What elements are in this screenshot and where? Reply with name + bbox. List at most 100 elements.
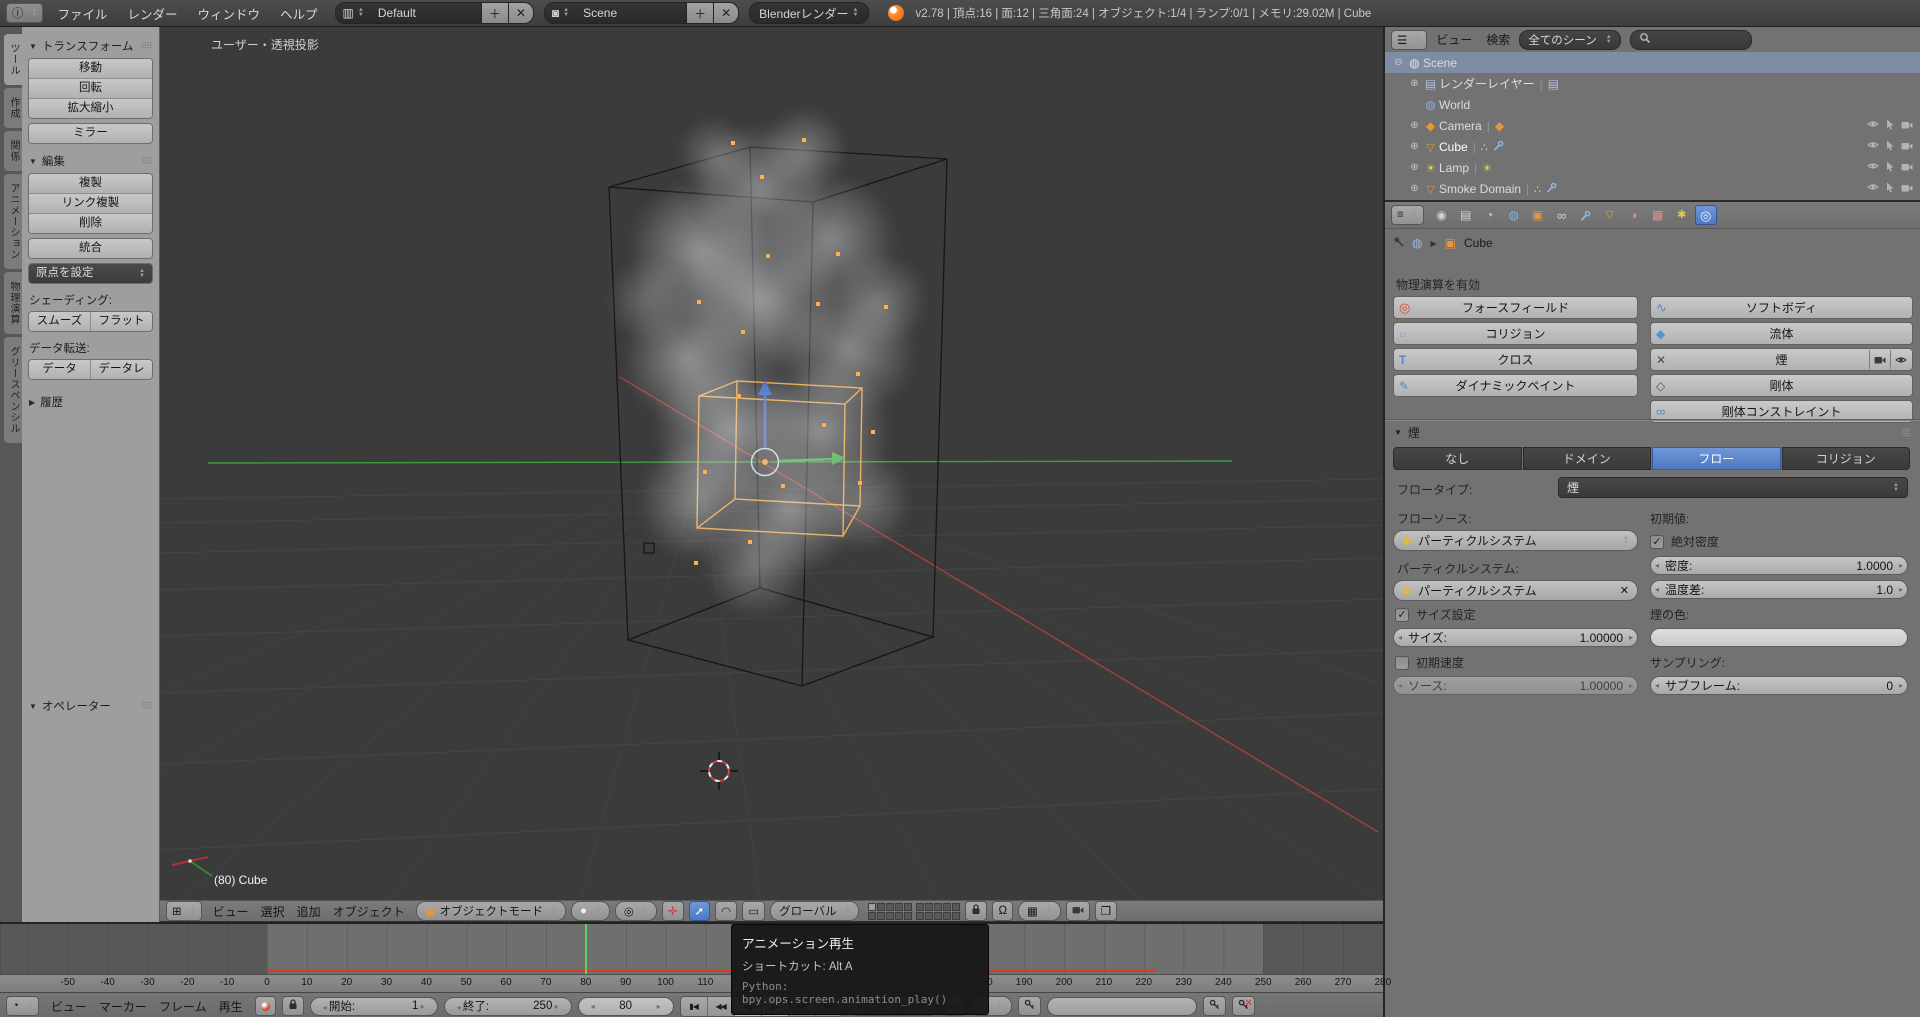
shelf-tab-5[interactable]: グリースペンシル: [4, 337, 23, 443]
particle-system-field[interactable]: ✱ パーティクルシステム ✕: [1393, 580, 1638, 601]
lock-camera-button[interactable]: [965, 901, 987, 921]
delete-scene-button[interactable]: ✕: [713, 3, 738, 23]
current-frame-field[interactable]: ◂ 80 ▸: [578, 997, 674, 1016]
eye-toggle-icon[interactable]: [1890, 350, 1911, 369]
expand-icon[interactable]: ⊕: [1407, 162, 1422, 173]
scale-manipulator-button[interactable]: ▭: [742, 901, 765, 921]
expand-icon[interactable]: ⊖: [1391, 57, 1406, 68]
pivot-point-select[interactable]: ◎▲▼: [615, 901, 657, 921]
properties-tab-world[interactable]: ◍: [1503, 205, 1525, 225]
eye-icon[interactable]: [1867, 139, 1879, 154]
eye-icon[interactable]: [1867, 181, 1879, 196]
topbar-menu-2[interactable]: ウィンドウ: [187, 4, 270, 23]
keying-set-field[interactable]: [1047, 997, 1197, 1016]
properties-tab-modifiers[interactable]: [1575, 205, 1597, 225]
temperature-diff-slider[interactable]: ◂温度差: 1.0▸: [1650, 580, 1908, 599]
pointer-icon[interactable]: [1885, 161, 1895, 175]
timeline-ruler[interactable]: -50-40-30-20-100102030405060708090100110…: [0, 974, 1383, 992]
properties-tab-object[interactable]: ▣: [1527, 205, 1549, 225]
auto-keyframe-button[interactable]: [255, 996, 276, 1016]
transform-button-2[interactable]: 拡大縮小: [29, 99, 152, 118]
clear-icon[interactable]: ✕: [1620, 584, 1629, 597]
properties-tab-texture[interactable]: ▦: [1647, 205, 1669, 225]
editor-type-properties-button[interactable]: ≡▲▼: [1391, 205, 1424, 225]
layer-cell[interactable]: [904, 903, 912, 911]
physics-button-cloth[interactable]: Tクロス: [1393, 348, 1638, 371]
pointer-icon[interactable]: [1885, 182, 1895, 196]
properties-tab-render[interactable]: ◉: [1431, 205, 1453, 225]
properties-tab-constraints[interactable]: ∞: [1551, 205, 1573, 225]
properties-tab-physics[interactable]: ◎: [1695, 205, 1717, 225]
add-layout-button[interactable]: ＋: [481, 3, 508, 23]
outliner-row-レンダーレイヤー[interactable]: ⊕▤レンダーレイヤー|▤: [1385, 73, 1920, 94]
properties-tab-scene[interactable]: ◔: [1479, 205, 1501, 225]
jump-to-start-button[interactable]: ▮◀: [681, 997, 708, 1016]
editor-type-3dview-button[interactable]: ⊞▲▼: [166, 901, 202, 921]
layer-cell[interactable]: [943, 912, 951, 920]
outliner-row-smoke-domain[interactable]: ⊕▽Smoke Domain|∴: [1385, 178, 1920, 199]
editor-type-outliner-button[interactable]: ☰▲▼: [1391, 30, 1427, 50]
layer-cell[interactable]: [916, 903, 924, 911]
expand-icon[interactable]: ⊕: [1407, 183, 1422, 194]
frame-start-field[interactable]: ◂ 開始: 1 ▸: [310, 997, 438, 1016]
physics-button-fluid[interactable]: ◆流体: [1650, 322, 1913, 345]
layer-cell[interactable]: [886, 903, 894, 911]
outliner-row-camera[interactable]: ⊕◆Camera|◆: [1385, 115, 1920, 136]
edit-button-2[interactable]: 削除: [29, 214, 152, 233]
outliner-menu-1[interactable]: 検索: [1486, 31, 1510, 48]
outliner-row-cube[interactable]: ⊕▽Cube|∴: [1385, 136, 1920, 157]
keyingset-lock-button[interactable]: [282, 996, 304, 1016]
join-button-0[interactable]: 統合: [29, 239, 152, 258]
mode-select[interactable]: ▣ オブジェクトモード▲▼: [416, 901, 566, 921]
transform-orientation-select[interactable]: グローバル▲▼: [770, 901, 859, 921]
layer-cell[interactable]: [895, 903, 903, 911]
outliner-row-lamp[interactable]: ⊕☀Lamp|☀: [1385, 157, 1920, 178]
layer-cell[interactable]: [925, 903, 933, 911]
panel-header-edit[interactable]: ▼ 編集 ⠿⠿: [29, 153, 152, 169]
outliner-search-input[interactable]: [1630, 30, 1752, 50]
layer-cell[interactable]: [952, 912, 960, 920]
initial-velocity-checkbox[interactable]: 初期速度: [1395, 654, 1464, 671]
screen-layout-select[interactable]: Default: [371, 3, 481, 23]
expand-icon[interactable]: ⊕: [1407, 141, 1422, 152]
topbar-menu-1[interactable]: レンダー: [117, 4, 187, 23]
topbar-menu-3[interactable]: ヘルプ: [270, 4, 328, 23]
properties-tab-material[interactable]: ◑: [1623, 205, 1645, 225]
smoke-type-tab-ドメイン[interactable]: ドメイン: [1523, 447, 1652, 470]
layer-cell[interactable]: [904, 912, 912, 920]
mirror-button-0[interactable]: ミラー: [29, 124, 152, 143]
properties-tab-particles[interactable]: ✱: [1671, 205, 1693, 225]
physics-button-forcefield[interactable]: ◎フォースフィールド: [1393, 296, 1638, 319]
delete-layout-button[interactable]: ✕: [508, 3, 533, 23]
opengl-render-button[interactable]: [1066, 901, 1090, 921]
flow-type-select[interactable]: 煙▲▼: [1558, 477, 1908, 498]
edit-button-1[interactable]: リンク複製: [29, 194, 152, 214]
layer-cell[interactable]: [886, 912, 894, 920]
transform-button-0[interactable]: 移動: [29, 59, 152, 79]
outliner-row-scene[interactable]: ⊖◍Scene: [1385, 52, 1920, 73]
layer-cell[interactable]: [952, 903, 960, 911]
outliner-menu-0[interactable]: ビュー: [1436, 31, 1472, 48]
layer-cell[interactable]: [868, 903, 876, 911]
timeline-menu-3[interactable]: 再生: [213, 998, 249, 1015]
viewport-menu-0[interactable]: ビュー: [207, 903, 255, 920]
layer-cell[interactable]: [916, 912, 924, 920]
size-settings-checkbox[interactable]: ✓ サイズ設定: [1395, 606, 1476, 623]
shelf-tab-3[interactable]: アニメーション: [4, 174, 23, 269]
smoke-color-swatch[interactable]: [1650, 628, 1908, 647]
source-slider[interactable]: ◂ソース: 1.00000▸: [1393, 676, 1638, 695]
panel-header-transform[interactable]: ▼ トランスフォーム ⠿⠿: [29, 38, 152, 54]
outliner-row-world[interactable]: ◍World: [1385, 94, 1920, 115]
scene-select-icon[interactable]: ◙▲▼: [545, 3, 576, 23]
smoke-type-tab-なし[interactable]: なし: [1393, 447, 1522, 470]
viewport-menu-2[interactable]: 追加: [291, 903, 327, 920]
expand-icon[interactable]: ⊕: [1407, 120, 1422, 131]
properties-tab-render-layers[interactable]: ▤: [1455, 205, 1477, 225]
panel-header-history[interactable]: ▶ 履歴: [29, 394, 152, 410]
layer-cell[interactable]: [934, 912, 942, 920]
camera-icon[interactable]: [1901, 161, 1913, 175]
pointer-icon[interactable]: [1885, 119, 1895, 133]
render-engine-select[interactable]: Blenderレンダー▲▼: [749, 2, 868, 24]
viewport-shading-select[interactable]: ●▲▼: [571, 901, 610, 921]
camera-icon[interactable]: [1901, 182, 1913, 196]
